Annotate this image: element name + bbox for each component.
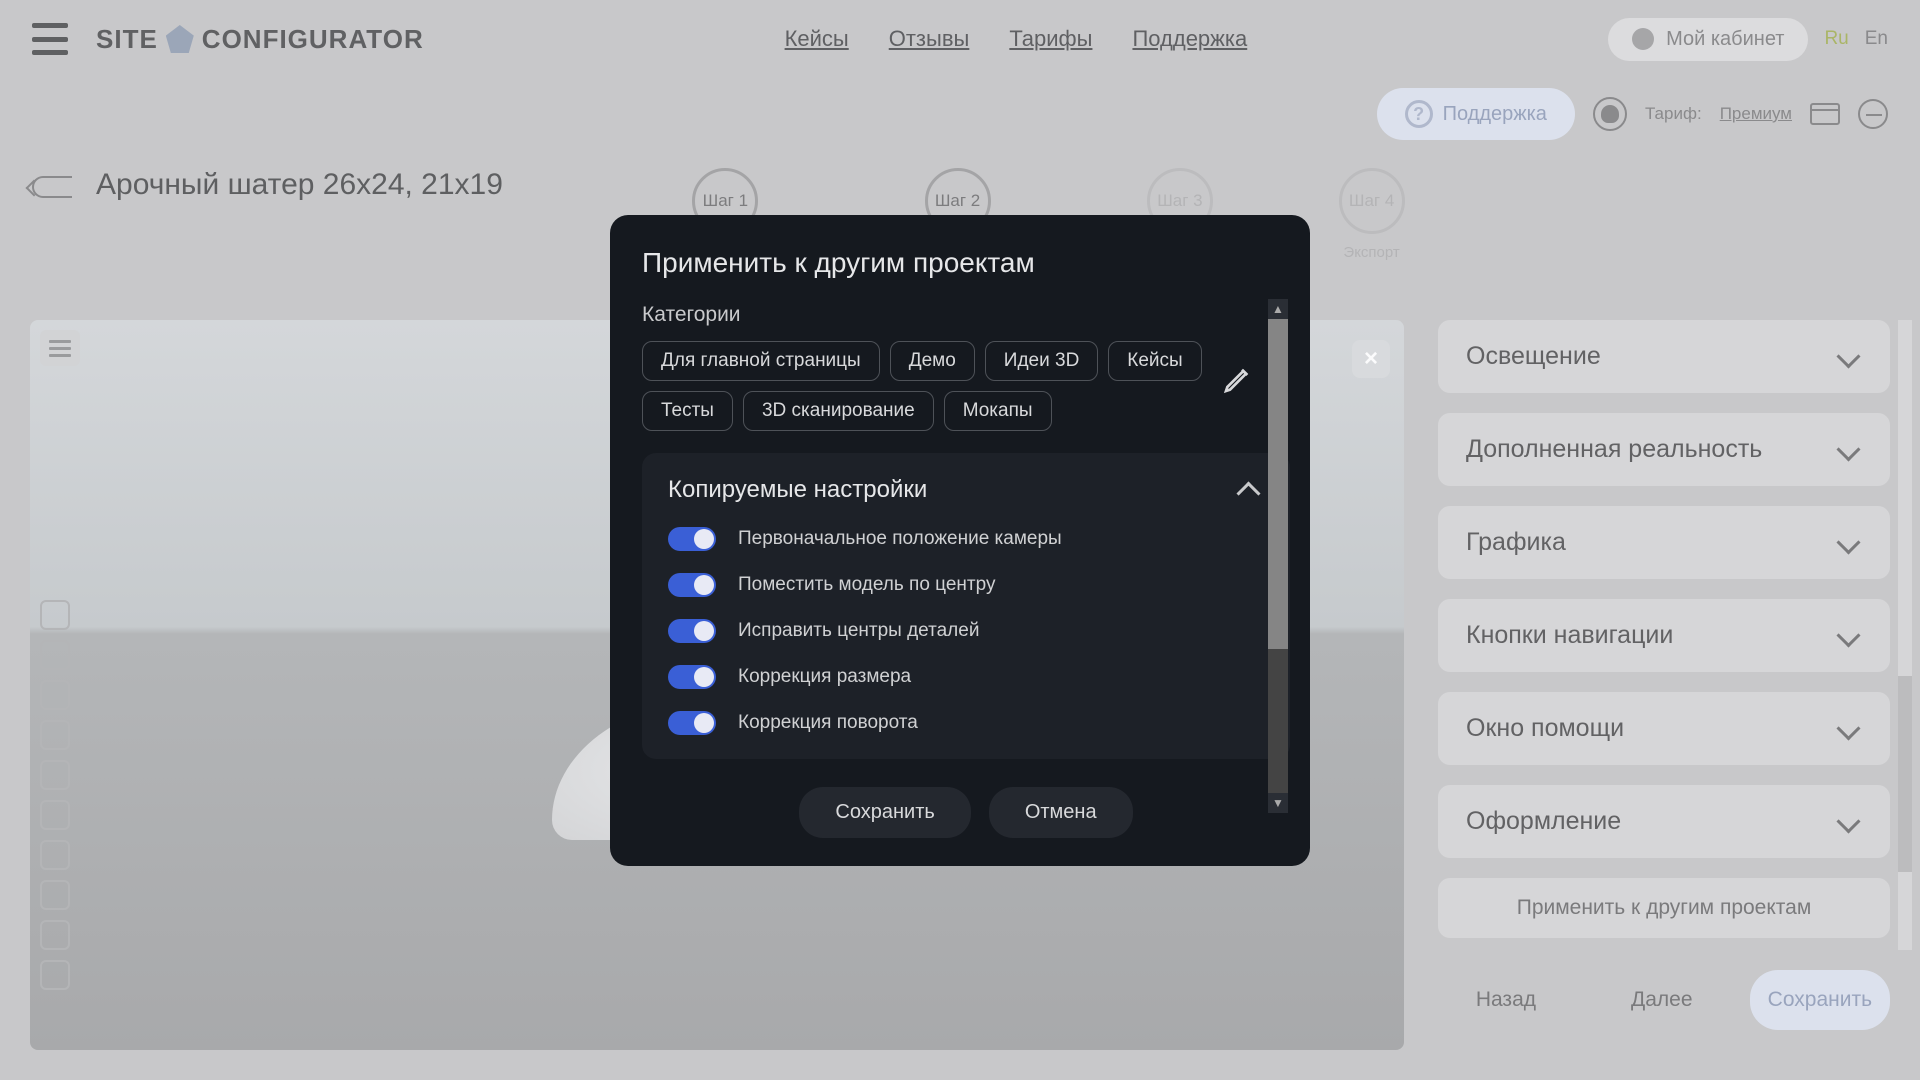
logo-text-configurator: CONFIGURATOR: [202, 24, 424, 55]
chip-main-page[interactable]: Для главной страницы: [642, 341, 880, 381]
main-menu-button[interactable]: [32, 23, 68, 55]
modal-scroll-up[interactable]: ▲: [1268, 299, 1288, 319]
chevron-up-icon: [1234, 475, 1264, 505]
panel-ar-title: Дополненная реальность: [1466, 435, 1762, 464]
share-icon[interactable]: [40, 600, 70, 630]
apply-modal: Применить к другим проектам Категории Дл…: [610, 215, 1310, 866]
step-4[interactable]: Шаг 4 Экспорт: [1339, 168, 1405, 261]
globe-icon[interactable]: [40, 800, 70, 830]
view-icon[interactable]: [40, 720, 70, 750]
panel-help-window-title: Окно помощи: [1466, 714, 1624, 743]
toggle-size-correction-label: Коррекция размера: [738, 666, 911, 688]
support-label: Поддержка: [1443, 103, 1547, 126]
viewer-menu-button[interactable]: [40, 330, 80, 366]
modal-scrollbar-thumb[interactable]: [1268, 319, 1288, 649]
step-4-label: Экспорт: [1343, 244, 1399, 261]
lang-en[interactable]: En: [1865, 28, 1888, 50]
modal-title: Применить к другим проектам: [642, 247, 1290, 279]
nav-tariffs[interactable]: Тарифы: [1009, 26, 1092, 52]
account-button[interactable]: Мой кабинет: [1608, 18, 1808, 61]
chip-cases[interactable]: Кейсы: [1108, 341, 1201, 381]
chip-3d-ideas[interactable]: Идеи 3D: [985, 341, 1099, 381]
user-icon: [1632, 28, 1654, 50]
chevron-down-icon: [1836, 623, 1862, 649]
fullscreen-icon[interactable]: [40, 920, 70, 950]
toggle-initial-camera-label: Первоначальное положение камеры: [738, 528, 1062, 550]
chevron-down-icon: [1836, 716, 1862, 742]
toggle-center-model-label: Поместить модель по центру: [738, 574, 995, 596]
categories-label: Категории: [642, 303, 1290, 327]
panel-nav-buttons[interactable]: Кнопки навигации: [1438, 599, 1890, 672]
logout-icon[interactable]: [1858, 99, 1888, 129]
chip-mockups[interactable]: Мокапы: [944, 391, 1052, 431]
toggle-rotation-correction[interactable]: [668, 711, 716, 735]
step-4-circle: Шаг 4: [1339, 168, 1405, 234]
tariff-label: Тариф:: [1645, 104, 1702, 124]
project-title: Арочный шатер 26х24, 21х19: [96, 168, 503, 202]
toggle-size-correction[interactable]: [668, 665, 716, 689]
apply-to-projects-button[interactable]: Применить к другим проектам: [1438, 878, 1890, 938]
question-icon: ?: [1405, 100, 1433, 128]
panel-design-title: Оформление: [1466, 807, 1621, 836]
frame-icon[interactable]: [40, 880, 70, 910]
lang-ru[interactable]: Ru: [1824, 28, 1848, 50]
panel-help-window[interactable]: Окно помощи: [1438, 692, 1890, 765]
chevron-down-icon: [1836, 437, 1862, 463]
panel-lighting[interactable]: Освещение: [1438, 320, 1890, 393]
toggle-initial-camera[interactable]: [668, 527, 716, 551]
logo[interactable]: SITE CONFIGURATOR: [96, 24, 424, 55]
back-button[interactable]: Назад: [1438, 970, 1574, 1030]
viewer-close-button[interactable]: ×: [1352, 340, 1390, 378]
back-arrow[interactable]: [32, 176, 72, 198]
toggle-fix-centers[interactable]: [668, 619, 716, 643]
more-icon[interactable]: [40, 960, 70, 990]
chip-tests[interactable]: Тесты: [642, 391, 733, 431]
panel-graphics[interactable]: Графика: [1438, 506, 1890, 579]
toggle-center-model[interactable]: [668, 573, 716, 597]
panel-nav-buttons-title: Кнопки навигации: [1466, 621, 1673, 650]
comment-icon[interactable]: [40, 760, 70, 790]
nav-support[interactable]: Поддержка: [1132, 26, 1247, 52]
support-button[interactable]: ? Поддержка: [1377, 88, 1575, 140]
edit-icon[interactable]: [1222, 363, 1254, 395]
chip-3d-scanning[interactable]: 3D сканирование: [743, 391, 934, 431]
chevron-down-icon: [1836, 344, 1862, 370]
payment-icon[interactable]: [1810, 103, 1840, 125]
toggle-rotation-correction-label: Коррекция поворота: [738, 712, 918, 734]
chip-demo[interactable]: Демо: [890, 341, 975, 381]
panel-ar[interactable]: Дополненная реальность: [1438, 413, 1890, 486]
tariff-value[interactable]: Премиум: [1720, 104, 1792, 124]
logo-icon: [166, 25, 194, 53]
save-button[interactable]: Сохранить: [1750, 970, 1890, 1030]
ar-icon[interactable]: [40, 680, 70, 710]
lock-icon[interactable]: [40, 840, 70, 870]
copy-settings-header[interactable]: Копируемые настройки: [668, 475, 1264, 505]
chevron-down-icon: [1836, 809, 1862, 835]
next-button[interactable]: Далее: [1594, 970, 1730, 1030]
modal-save-button[interactable]: Сохранить: [799, 787, 970, 838]
panel-graphics-title: Графика: [1466, 528, 1566, 557]
account-label: Мой кабинет: [1666, 28, 1784, 51]
logo-text-site: SITE: [96, 24, 158, 55]
toggle-fix-centers-label: Исправить центры деталей: [738, 620, 979, 642]
panel-design[interactable]: Оформление: [1438, 785, 1890, 858]
modal-scroll-down[interactable]: ▼: [1268, 793, 1288, 813]
profile-avatar[interactable]: [1593, 97, 1627, 131]
chevron-down-icon: [1836, 530, 1862, 556]
nav-cases[interactable]: Кейсы: [785, 26, 849, 52]
nav-reviews[interactable]: Отзывы: [889, 26, 970, 52]
panel-scrollbar-thumb[interactable]: [1898, 676, 1912, 872]
export-icon[interactable]: [40, 640, 70, 670]
copy-settings-title: Копируемые настройки: [668, 476, 927, 504]
panel-lighting-title: Освещение: [1466, 342, 1601, 371]
modal-cancel-button[interactable]: Отмена: [989, 787, 1133, 838]
